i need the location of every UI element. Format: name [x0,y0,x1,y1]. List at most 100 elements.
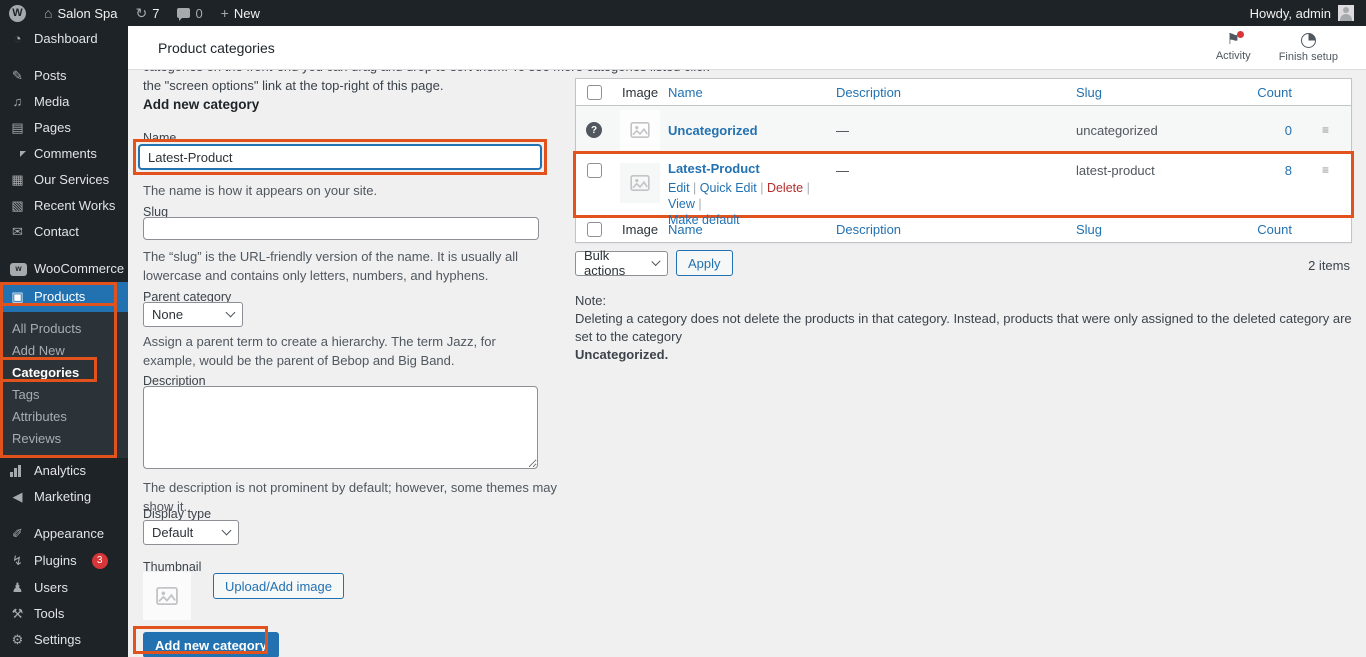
view-link[interactable]: View [668,197,695,211]
default-category-help-icon[interactable]: ? [586,122,602,138]
table-row-uncategorized: ? Uncategorized — uncategorized 0 ≡ [576,106,1351,154]
delete-link[interactable]: Delete [767,181,803,195]
upload-add-image-button[interactable]: Upload/Add image [213,573,344,599]
thumbnail-placeholder [143,572,191,620]
display-type-select[interactable]: Default [143,520,239,545]
image-placeholder-icon [630,175,650,191]
sidebar-item-recent-works[interactable]: ▧ Recent Works [0,193,128,219]
row-checkbox[interactable] [587,163,602,178]
comments-link[interactable]: 0 [168,0,211,26]
sidebar-label: Dashboard [34,32,98,46]
name-input[interactable] [139,145,541,169]
column-footer-slug[interactable]: Slug [1076,222,1256,237]
category-count-link[interactable]: 8 [1285,163,1292,178]
column-header-slug[interactable]: Slug [1076,85,1256,100]
gear-icon: ⚙ [10,633,25,647]
categories-table: Image Name Description Slug Count ? Unca… [575,78,1352,243]
category-name-link[interactable]: Latest-Product [668,161,760,176]
chevron-down-icon [222,526,232,536]
categories-table-section: Image Name Description Slug Count ? Unca… [575,78,1352,243]
sidebar-label: Marketing [34,490,91,504]
bulk-actions-select[interactable]: Bulk actions [575,251,668,276]
edit-link[interactable]: Edit [668,181,690,195]
envelope-icon: ✉ [10,225,25,239]
new-label: New [234,6,260,21]
activity-label: Activity [1216,50,1251,62]
sidebar-item-comments[interactable]: Comments [0,141,128,167]
tools-icon: ⚒ [10,607,25,621]
sidebar-item-posts[interactable]: ✎ Posts [0,63,128,89]
admin-bar: W ⌂ Salon Spa ↻ 7 0 + New Howdy, admin [0,0,1366,26]
slug-input[interactable] [143,217,539,240]
sidebar-item-our-services[interactable]: ▦ Our Services [0,167,128,193]
submenu-item-attributes[interactable]: Attributes [0,406,128,428]
help-text-line: the "screen options" link at the top-rig… [143,78,443,93]
column-header-description[interactable]: Description [836,85,1076,100]
quick-edit-link[interactable]: Quick Edit [700,181,757,195]
services-icon: ▦ [10,173,25,187]
note-text: Deleting a category does not delete the … [575,310,1352,346]
drag-handle-icon[interactable]: ≡ [1298,123,1353,137]
sidebar-item-tools[interactable]: ⚒ Tools [0,601,128,627]
new-content-link[interactable]: + New [212,0,269,26]
parent-category-select[interactable]: None [143,302,243,327]
sidebar-item-marketing[interactable]: ◀ Marketing [0,484,128,510]
category-count-link[interactable]: 0 [1285,123,1292,138]
products-submenu: All Products Add New Categories Tags Att… [0,312,128,458]
site-name-link[interactable]: ⌂ Salon Spa [35,0,126,26]
submenu-item-reviews[interactable]: Reviews [0,428,128,450]
category-description: — [836,123,1076,138]
parent-help-text: Assign a parent term to create a hierarc… [143,332,543,370]
menu-separator [0,245,128,256]
column-footer-image: Image [612,222,668,237]
add-new-category-button[interactable]: Add new category [143,632,279,657]
finish-setup-button[interactable]: Finish setup [1279,33,1338,63]
image-placeholder-icon [156,587,178,605]
sidebar-label: Contact [34,225,79,239]
submenu-item-categories[interactable]: Categories [0,362,128,384]
annotation-box-name-input [133,139,547,175]
drag-handle-icon[interactable]: ≡ [1298,163,1353,177]
plus-icon: + [221,6,229,20]
submenu-item-tags[interactable]: Tags [0,384,128,406]
column-header-name[interactable]: Name [668,85,836,100]
column-footer-description[interactable]: Description [836,222,1076,237]
select-all-checkbox[interactable] [587,222,602,237]
sidebar-item-dashboard[interactable]: ◔ Dashboard [0,26,128,52]
sidebar-item-contact[interactable]: ✉ Contact [0,219,128,245]
content-area: categories on the front-end you can drag… [128,70,1366,657]
description-textarea[interactable] [143,386,538,469]
sidebar-label: Products [34,290,85,304]
sidebar-item-pages[interactable]: ▤ Pages [0,115,128,141]
sidebar-item-settings[interactable]: ⚙ Settings [0,627,128,653]
wordpress-logo-icon: W [9,5,26,22]
sidebar-item-media[interactable]: ♫ Media [0,89,128,115]
sidebar-label: Recent Works [34,199,115,213]
sidebar-item-woocommerce[interactable]: w WooCommerce [0,256,128,282]
howdy-text: Howdy, admin [1250,6,1331,21]
wordpress-menu[interactable]: W [0,0,35,26]
updates-link[interactable]: ↻ 7 [126,0,168,26]
row-thumbnail [620,110,660,150]
category-name-link[interactable]: Uncategorized [668,123,758,138]
admin-sidebar: ◔ Dashboard ✎ Posts ♫ Media ▤ Pages Comm… [0,26,128,657]
make-default-link[interactable]: Make default [668,213,740,227]
sidebar-item-analytics[interactable]: Analytics [0,458,128,484]
sidebar-item-appearance[interactable]: ✐ Appearance [0,521,128,547]
sidebar-item-plugins[interactable]: ↯ Plugins 3 [0,547,128,575]
sidebar-item-users[interactable]: ♟ Users [0,575,128,601]
apply-button[interactable]: Apply [676,250,733,276]
submenu-item-add-new[interactable]: Add New [0,340,128,362]
select-all-checkbox[interactable] [587,85,602,100]
brush-icon: ✐ [10,527,25,541]
activity-button[interactable]: ⚑ Activity [1216,33,1251,63]
pages-icon: ▤ [10,121,25,135]
column-header-count[interactable]: Count [1256,85,1298,100]
menu-separator [0,510,128,521]
category-slug: latest-product [1076,163,1256,178]
row-actions: Edit | Quick Edit | Delete | View | Make… [668,180,836,228]
column-footer-count[interactable]: Count [1256,222,1298,237]
sidebar-item-products[interactable]: ▣ Products [0,282,128,312]
account-menu[interactable]: Howdy, admin [1250,5,1366,21]
submenu-item-all-products[interactable]: All Products [0,318,128,340]
